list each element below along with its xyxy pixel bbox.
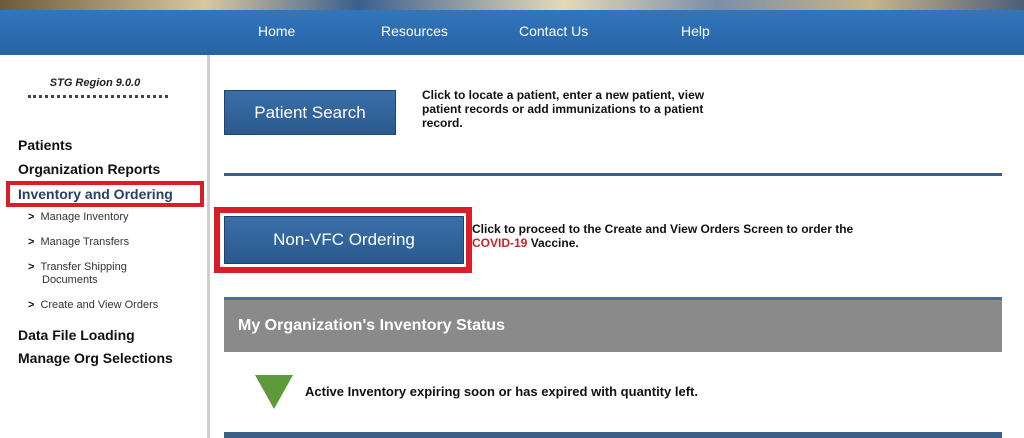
sidebar-subitem-manage-inventory[interactable]: > Manage Inventory <box>28 211 129 224</box>
header-banner-image <box>0 0 1024 10</box>
chevron-right-icon: > <box>28 236 35 248</box>
nav-help[interactable]: Help <box>681 23 710 39</box>
sidebar-item-manage-org-selections[interactable]: Manage Org Selections <box>18 350 173 366</box>
sidebar-divider <box>207 55 210 438</box>
sidebar: STG Region 9.0.0 Patients Organization R… <box>0 55 208 438</box>
nav-resources[interactable]: Resources <box>381 23 448 39</box>
top-navigation-bar: Home Resources Contact Us Help <box>0 10 1024 55</box>
chevron-right-icon: > <box>28 299 35 311</box>
sidebar-subitem-label: Create and View Orders <box>40 299 159 311</box>
nav-contact-us[interactable]: Contact Us <box>519 23 588 39</box>
chevron-right-icon: > <box>28 261 35 273</box>
sidebar-subitem-create-and-view-orders[interactable]: > Create and View Orders <box>28 299 158 312</box>
covid-label: COVID-19 <box>472 236 528 250</box>
description-line: record. <box>422 116 463 130</box>
sidebar-subitem-label: Manage Inventory <box>40 211 129 223</box>
inventory-status-title: My Organization's Inventory Status <box>238 317 505 334</box>
sidebar-subitem-manage-transfers[interactable]: > Manage Transfers <box>28 236 129 249</box>
version-label: STG Region 9.0.0 <box>49 77 141 89</box>
sidebar-subitem-documents-line[interactable]: Documents <box>42 274 98 287</box>
sidebar-item-data-file-loading[interactable]: Data File Loading <box>18 327 135 343</box>
description-line: COVID-19 Vaccine. <box>472 236 853 250</box>
patient-search-description: Click to locate a patient, enter a new p… <box>422 88 704 130</box>
nav-home[interactable]: Home <box>258 23 295 39</box>
non-vfc-highlight-annotation <box>214 207 472 273</box>
patient-search-button[interactable]: Patient Search <box>224 90 396 135</box>
non-vfc-description: Click to proceed to the Create and View … <box>472 222 853 250</box>
description-line: patient records or add immunizations to … <box>422 102 704 116</box>
inventory-status-header: My Organization's Inventory Status <box>224 297 1002 352</box>
inventory-legend-text: Active Inventory expiring soon or has ex… <box>305 384 698 399</box>
sidebar-item-patients[interactable]: Patients <box>18 137 72 153</box>
chevron-right-icon: > <box>28 211 35 223</box>
vaccine-text: Vaccine. <box>527 236 579 250</box>
inventory-highlight-annotation <box>6 181 204 207</box>
sidebar-subitem-label: Manage Transfers <box>40 236 130 248</box>
green-triangle-down-icon <box>255 375 293 409</box>
bottom-section-divider <box>224 432 1002 438</box>
sidebar-subitem-transfer-shipping-documents[interactable]: > Transfer Shipping <box>28 261 127 274</box>
description-line: Click to locate a patient, enter a new p… <box>422 88 705 102</box>
sidebar-item-organization-reports[interactable]: Organization Reports <box>18 161 160 177</box>
section-divider <box>224 173 1002 176</box>
version-divider <box>28 95 168 100</box>
sidebar-subitem-label: Transfer Shipping <box>40 261 127 273</box>
description-line: Click to proceed to the Create and View … <box>472 222 854 236</box>
